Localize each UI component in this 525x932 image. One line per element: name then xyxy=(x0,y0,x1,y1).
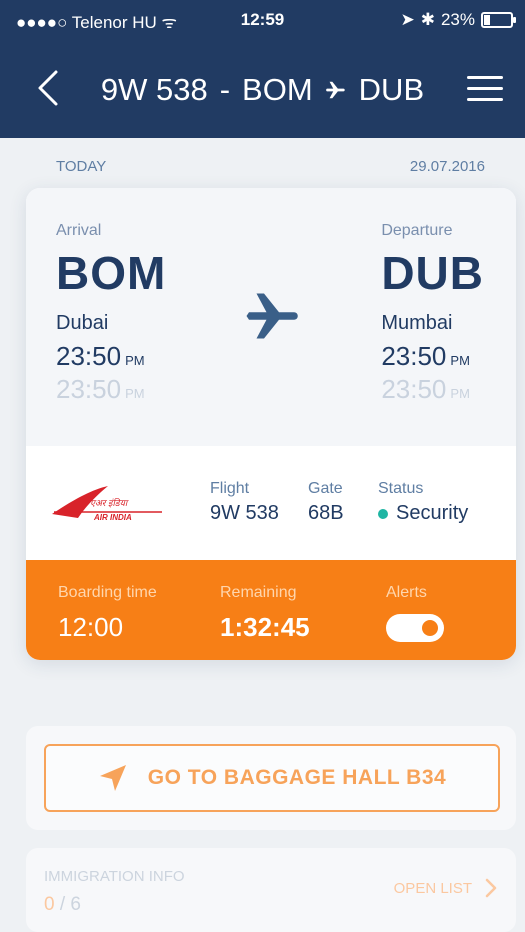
status-dot-icon xyxy=(378,508,388,519)
flight-value: 9W 538 xyxy=(210,502,279,524)
page-title: 9W 538 - BOM DUB xyxy=(0,72,525,108)
remaining-value: 1:32:45 xyxy=(220,612,310,642)
title-flight-code: 9W 538 xyxy=(100,72,208,107)
departure-time-value: 23:50 xyxy=(381,341,447,371)
flight-card: Arrival BOM Dubai 23:50 PM 23:50 PM Depart… xyxy=(26,188,516,660)
immigration-total: 6 xyxy=(70,894,81,915)
bluetooth-icon: ✱ xyxy=(420,10,435,29)
go-to-baggage-hall-button[interactable]: GO TO BAGGAGE HALL B34 xyxy=(44,744,500,812)
hamburger-menu-icon[interactable] xyxy=(467,76,503,104)
remaining-time: Remaining 1:32:45 xyxy=(220,584,310,643)
boarding-bar: Boarding time 12:00 Remaining 1:32:45 Al… xyxy=(26,560,516,660)
arrival-city: Dubai xyxy=(56,312,109,334)
departure-code: DUB xyxy=(381,247,484,299)
flight-label: Flight xyxy=(210,480,250,497)
svg-text:एअर इंडिया: एअर इंडिया xyxy=(90,497,129,508)
location-icon: ➤ xyxy=(400,10,415,29)
baggage-button-label: GO TO BAGGAGE HALL B34 xyxy=(147,766,447,789)
gate-value: 68B xyxy=(308,502,344,524)
arrival-sched-value: 23:50 xyxy=(56,374,122,404)
airline-logo: एअर इंडिया AIR INDIA xyxy=(52,486,162,522)
open-list-label: OPEN LIST xyxy=(393,879,472,897)
arrival-time: 23:50 PM xyxy=(56,341,166,372)
status-info: Status Security xyxy=(378,480,468,525)
arrival-code: BOM xyxy=(56,247,167,299)
gate-label: Gate xyxy=(308,480,343,497)
arrival-column: Arrival BOM Dubai 23:50 PM 23:50 PM xyxy=(56,222,166,405)
departure-column: Departure DUB Mumbai 23:50 PM 23:50 PM xyxy=(381,222,484,405)
status-label: Status xyxy=(378,480,424,497)
arrival-time-suffix: PM xyxy=(125,353,145,368)
flight-details-row: एअर इंडिया AIR INDIA Flight 9W 538 Gate … xyxy=(26,446,516,560)
immigration-done: 0 xyxy=(44,894,55,915)
airplane-icon xyxy=(325,81,345,99)
boarding-label: Boarding time xyxy=(58,584,157,601)
nav-bar: 9W 538 - BOM DUB xyxy=(0,38,525,138)
departure-time: 23:50 PM xyxy=(381,341,484,372)
chevron-right-icon xyxy=(485,878,497,898)
remaining-label: Remaining xyxy=(220,584,297,601)
arrival-label: Arrival xyxy=(56,222,102,239)
status-value: Security xyxy=(396,502,469,524)
departure-label: Departure xyxy=(381,222,453,239)
battery-fill xyxy=(484,15,491,25)
title-origin: BOM xyxy=(242,72,313,107)
open-list-link[interactable]: OPEN LIST xyxy=(394,878,498,898)
baggage-card: GO TO BAGGAGE HALL B34 xyxy=(26,726,516,830)
immigration-progress: 0 / 6 xyxy=(44,894,81,916)
location-arrow-icon xyxy=(99,765,126,791)
alerts-toggle[interactable] xyxy=(386,614,444,642)
today-label: TODAY xyxy=(56,158,107,175)
route-section: Arrival BOM Dubai 23:50 PM 23:50 PM Depart… xyxy=(26,188,516,446)
departure-sched-value: 23:50 xyxy=(381,374,447,404)
battery-nub xyxy=(513,17,516,23)
gate-info: Gate 68B xyxy=(308,480,344,525)
battery-icon xyxy=(481,12,516,28)
alerts-label: Alerts xyxy=(386,584,427,601)
battery-percent: 23% xyxy=(440,10,475,29)
airplane-icon xyxy=(246,293,298,339)
immigration-separator: / xyxy=(54,894,71,915)
arrival-sched-suffix: PM xyxy=(125,386,145,401)
title-destination: DUB xyxy=(358,72,425,107)
toggle-knob xyxy=(422,620,438,636)
flight-number-info: Flight 9W 538 xyxy=(210,480,279,525)
boarding-value: 12:00 xyxy=(58,612,124,642)
departure-city: Mumbai xyxy=(381,312,453,334)
flight-date: 29.07.2016 xyxy=(409,158,485,175)
arrival-time-value: 23:50 xyxy=(56,341,122,371)
departure-time-suffix: PM xyxy=(450,353,470,368)
svg-text:AIR INDIA: AIR INDIA xyxy=(93,513,132,522)
immigration-card[interactable]: IMMIGRATION INFO 0 / 6 OPEN LIST xyxy=(26,848,516,932)
arrival-scheduled-time: 23:50 PM xyxy=(56,374,166,405)
status-right: ➤ ✱ 23% xyxy=(400,10,516,30)
departure-scheduled-time: 23:50 PM xyxy=(381,374,484,405)
departure-sched-suffix: PM xyxy=(450,386,470,401)
status-badge: Security xyxy=(378,502,468,525)
title-separator: - xyxy=(219,72,231,107)
alerts: Alerts xyxy=(386,584,444,642)
status-bar: ●●●●○ Telenor HU ᯤ 12:59 ➤ ✱ 23% xyxy=(0,0,525,38)
boarding-time: Boarding time 12:00 xyxy=(58,584,157,643)
immigration-title: IMMIGRATION INFO xyxy=(44,868,185,885)
